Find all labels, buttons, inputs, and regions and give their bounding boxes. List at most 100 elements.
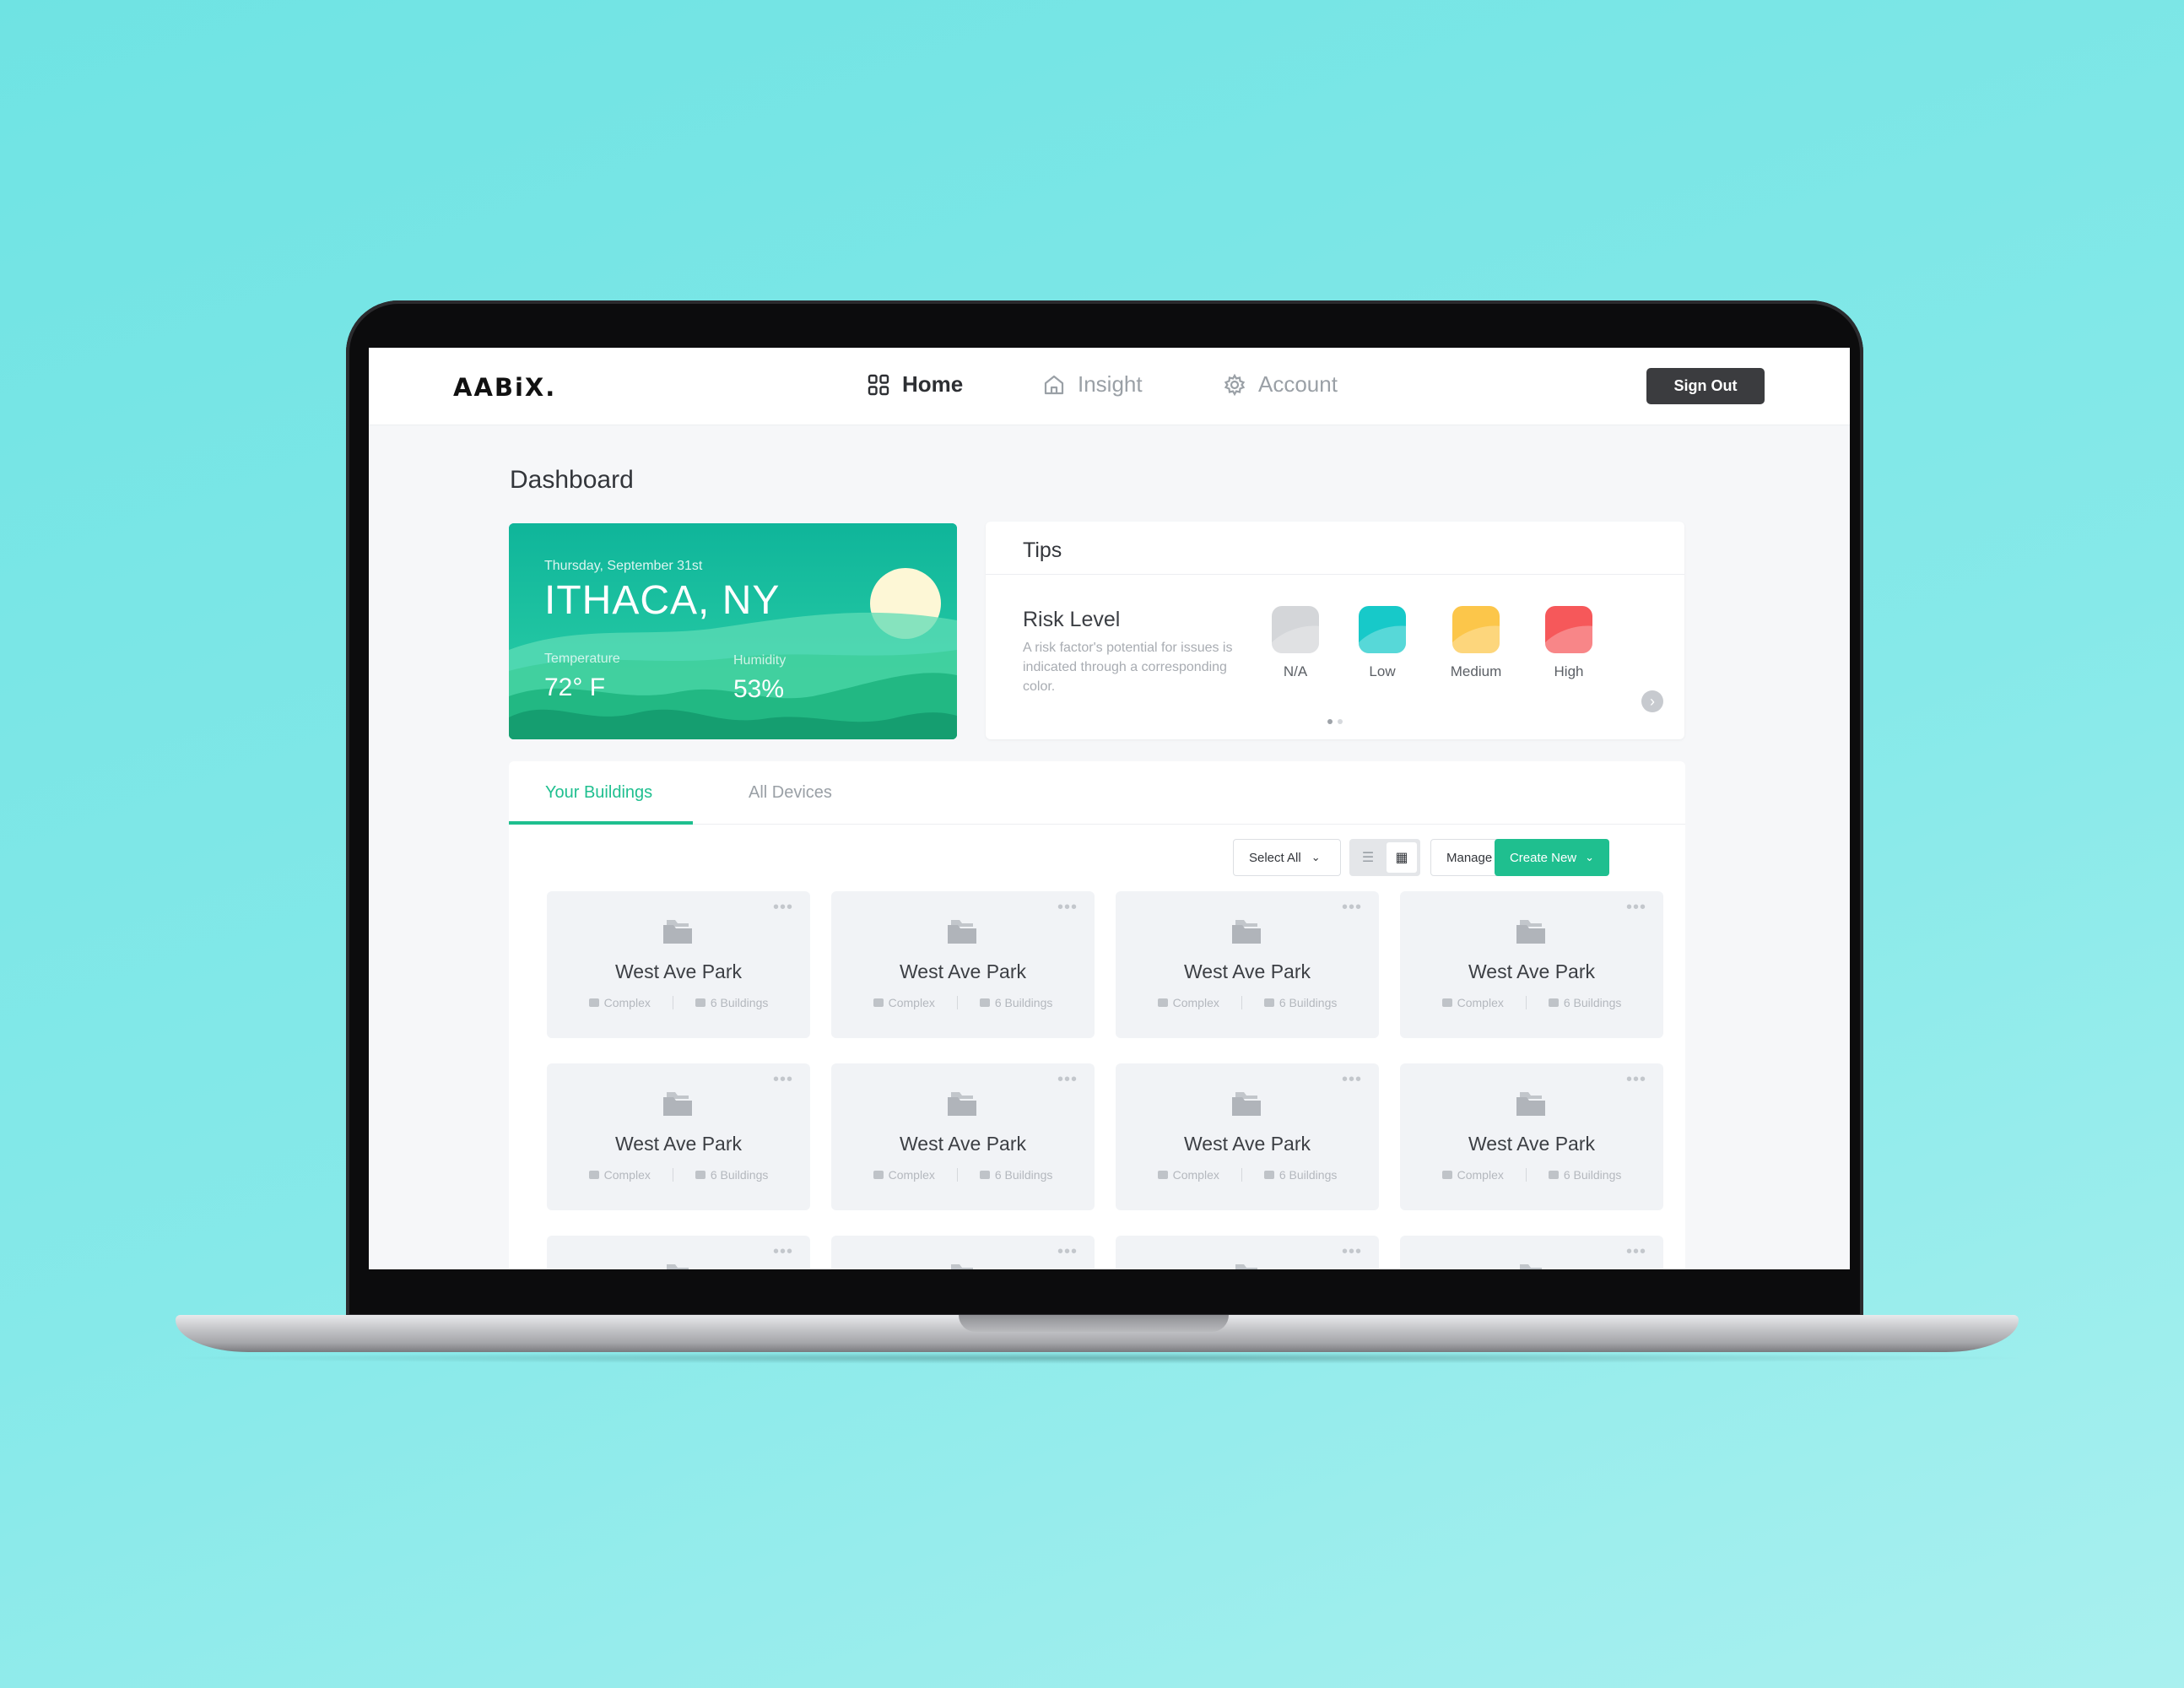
weather-card: Thursday, September 31st ITHACA, NY Temp…: [509, 523, 957, 739]
building-card[interactable]: ••• West Ave Park Complex 6 Buildings: [831, 891, 1095, 1038]
more-options-icon[interactable]: •••: [773, 1242, 793, 1262]
chevron-down-icon: ⌄: [1585, 851, 1595, 863]
building-count-label: 6 Buildings: [994, 996, 1053, 1009]
meta-divider: [1525, 996, 1527, 1009]
building-card[interactable]: •••: [547, 1236, 810, 1269]
building-icon: [588, 998, 599, 1007]
folder-icon: [1520, 1264, 1542, 1269]
building-card[interactable]: •••: [1400, 1236, 1663, 1269]
more-options-icon[interactable]: •••: [1057, 898, 1078, 917]
building-name: West Ave Park: [900, 960, 1026, 982]
complex-label: Complex: [603, 1168, 651, 1182]
building-name: West Ave Park: [615, 1133, 742, 1155]
risk-level-title: Risk Level: [1023, 608, 1121, 631]
weather-city: ITHACA, NY: [544, 578, 781, 623]
building-icon: [1441, 998, 1452, 1007]
more-options-icon[interactable]: •••: [773, 1070, 793, 1090]
folder-icon: [948, 920, 976, 944]
building-name: West Ave Park: [1468, 1133, 1595, 1155]
more-options-icon[interactable]: •••: [1626, 1242, 1646, 1262]
sign-out-button[interactable]: Sign Out: [1646, 368, 1765, 404]
aabix-logo[interactable]: AABiX.: [453, 373, 556, 402]
risk-level-low: Low: [1344, 606, 1420, 680]
nav-account[interactable]: Account: [1223, 371, 1338, 398]
building-meta: Complex 6 Buildings: [547, 996, 810, 1009]
building-count-label: 6 Buildings: [1563, 996, 1622, 1009]
chevron-right-icon[interactable]: ›: [1641, 690, 1663, 712]
chevron-down-icon: ⌄: [1311, 851, 1321, 863]
building-count: 6 Buildings: [1263, 996, 1337, 1009]
more-options-icon[interactable]: •••: [1342, 1070, 1362, 1090]
building-name: West Ave Park: [1184, 960, 1311, 982]
view-toggle: ☰ ▦: [1349, 839, 1420, 876]
meta-divider: [956, 996, 958, 1009]
complex-label: Complex: [888, 1168, 935, 1182]
complex-label: Complex: [888, 996, 935, 1009]
folder-icon: [948, 1092, 976, 1116]
complex-tag: Complex: [873, 996, 935, 1009]
temperature-value: 72° F: [544, 674, 606, 701]
complex-label: Complex: [1172, 996, 1219, 1009]
more-options-icon[interactable]: •••: [1057, 1242, 1078, 1262]
building-card[interactable]: ••• West Ave Park Complex 6 Buildings: [1116, 1063, 1379, 1210]
complex-label: Complex: [603, 996, 651, 1009]
building-card[interactable]: ••• West Ave Park Complex 6 Buildings: [1400, 891, 1663, 1038]
building-icon: [1548, 1171, 1559, 1179]
building-name: West Ave Park: [1184, 1133, 1311, 1155]
building-card[interactable]: ••• West Ave Park Complex 6 Buildings: [547, 891, 810, 1038]
risk-label-medium: Medium: [1450, 663, 1502, 679]
building-card[interactable]: ••• West Ave Park Complex 6 Buildings: [1116, 891, 1379, 1038]
risk-level-description: A risk factor's potential for issues is …: [1023, 641, 1233, 694]
building-count: 6 Buildings: [979, 996, 1053, 1009]
grid-view-icon[interactable]: ▦: [1387, 842, 1417, 873]
tips-card: Tips Risk Level A risk factor's potentia…: [986, 522, 1684, 739]
risk-label-low: Low: [1369, 663, 1396, 679]
carousel-dot-1[interactable]: [1327, 719, 1333, 724]
more-options-icon[interactable]: •••: [1057, 1070, 1078, 1090]
building-meta: Complex 6 Buildings: [831, 1168, 1095, 1182]
humidity-label: Humidity: [733, 653, 787, 668]
select-all-dropdown[interactable]: Select All ⌄: [1233, 839, 1341, 876]
active-tab-indicator: [509, 821, 693, 825]
building-meta: Complex 6 Buildings: [1116, 1168, 1379, 1182]
folder-icon: [951, 1264, 973, 1269]
nav-insight[interactable]: Insight: [1042, 371, 1143, 398]
list-view-icon[interactable]: ☰: [1353, 842, 1383, 873]
nav-home-label: Home: [902, 371, 964, 397]
more-options-icon[interactable]: •••: [1626, 898, 1646, 917]
building-card[interactable]: ••• West Ave Park Complex 6 Buildings: [1400, 1063, 1663, 1210]
building-icon: [588, 1171, 599, 1179]
building-card[interactable]: •••: [831, 1236, 1095, 1269]
building-card[interactable]: ••• West Ave Park Complex 6 Buildings: [547, 1063, 810, 1210]
house-icon: [1044, 375, 1064, 394]
carousel-dot-2[interactable]: [1338, 719, 1343, 724]
risk-level-na: N/A: [1257, 606, 1333, 680]
building-icon: [1157, 998, 1168, 1007]
create-new-button[interactable]: Create New ⌄: [1495, 839, 1609, 876]
complex-label: Complex: [1172, 1168, 1219, 1182]
building-count: 6 Buildings: [1263, 1168, 1337, 1182]
humidity-value: 53%: [733, 675, 785, 703]
building-count: 6 Buildings: [1548, 1168, 1621, 1182]
nav-account-label: Account: [1258, 371, 1338, 397]
building-card[interactable]: •••: [1116, 1236, 1379, 1269]
building-count-label: 6 Buildings: [994, 1168, 1053, 1182]
grid-icon: [868, 374, 889, 395]
more-options-icon[interactable]: •••: [1342, 1242, 1362, 1262]
building-card[interactable]: ••• West Ave Park Complex 6 Buildings: [831, 1063, 1095, 1210]
folder-icon: [1232, 920, 1261, 944]
building-icon: [1263, 1171, 1274, 1179]
more-options-icon[interactable]: •••: [773, 898, 793, 917]
carousel-dots: [1327, 719, 1343, 724]
complex-tag: Complex: [1157, 996, 1219, 1009]
building-icon: [695, 1171, 705, 1179]
building-meta: Complex 6 Buildings: [1400, 996, 1663, 1009]
more-options-icon[interactable]: •••: [1626, 1070, 1646, 1090]
tab-your-buildings[interactable]: Your Buildings: [545, 783, 652, 803]
building-count: 6 Buildings: [695, 996, 768, 1009]
more-options-icon[interactable]: •••: [1342, 898, 1362, 917]
tab-all-devices[interactable]: All Devices: [749, 783, 832, 803]
laptop-notch: [959, 1315, 1229, 1332]
nav-home[interactable]: Home: [867, 371, 963, 398]
top-navigation-bar: AABiX. Home Insight Account Sign Out: [369, 348, 1850, 425]
